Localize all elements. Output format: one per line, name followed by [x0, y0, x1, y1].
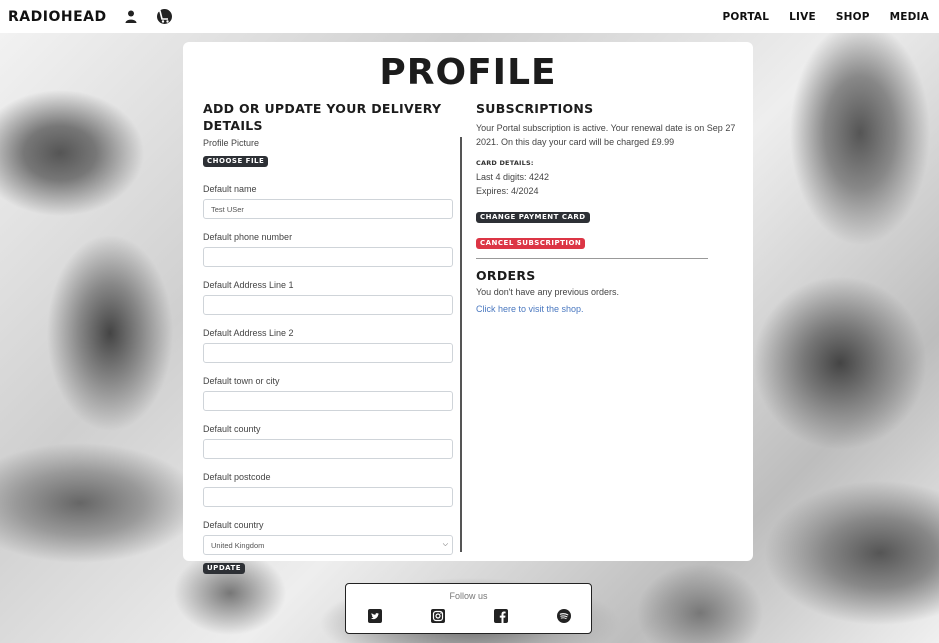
section-divider	[476, 258, 708, 259]
nav-media[interactable]: MEDIA	[890, 11, 929, 23]
delivery-section: ADD OR UPDATE YOUR DELIVERY DETAILS Prof…	[203, 100, 455, 575]
card-last4: Last 4 digits: 4242	[476, 172, 550, 182]
address2-input[interactable]	[203, 343, 453, 363]
nav-shop[interactable]: SHOP	[836, 11, 870, 23]
follow-us-box: Follow us	[345, 583, 592, 634]
orders-heading: ORDERS	[476, 268, 536, 283]
spotify-icon[interactable]	[557, 609, 571, 623]
county-input[interactable]	[203, 439, 453, 459]
profile-card: PROFILE ADD OR UPDATE YOUR DELIVERY DETA…	[183, 42, 753, 574]
phone-input[interactable]	[203, 247, 453, 267]
social-links	[368, 609, 571, 623]
town-input[interactable]	[203, 391, 453, 411]
page-title: PROFILE	[379, 52, 557, 93]
country-select-value[interactable]: United Kingdom	[203, 535, 453, 555]
facebook-icon[interactable]	[494, 609, 508, 623]
subscription-status: Your Portal subscription is active. Your…	[476, 123, 736, 147]
name-label: Default name	[203, 184, 257, 194]
cancel-subscription-button[interactable]: CANCEL SUBSCRIPTION	[476, 238, 586, 249]
county-label: Default county	[203, 424, 261, 434]
name-input[interactable]	[203, 199, 453, 219]
country-select[interactable]: United Kingdom ⌵	[203, 535, 453, 555]
phone-label: Default phone number	[203, 232, 293, 242]
top-nav: RADIOHEAD PORTAL LIVE SHOP MEDIA	[0, 0, 939, 33]
town-label: Default town or city	[203, 376, 280, 386]
country-label: Default country	[203, 520, 264, 530]
subscriptions-section: SUBSCRIPTIONS Your Portal subscription i…	[476, 100, 741, 317]
nav-portal[interactable]: PORTAL	[723, 11, 770, 23]
card-expiry: Expires: 4/2024	[476, 186, 539, 196]
postcode-label: Default postcode	[203, 472, 271, 482]
column-divider	[460, 137, 462, 552]
update-button[interactable]: UPDATE	[203, 563, 246, 574]
card-details-heading: CARD DETAILS:	[476, 159, 534, 167]
delivery-heading: ADD OR UPDATE YOUR DELIVERY DETAILS	[203, 101, 442, 133]
subscriptions-heading: SUBSCRIPTIONS	[476, 101, 594, 116]
twitter-icon[interactable]	[368, 609, 382, 623]
choose-file-button[interactable]: CHOOSE FILE	[203, 156, 269, 167]
address1-input[interactable]	[203, 295, 453, 315]
cart-icon[interactable]	[155, 8, 173, 26]
nav-live[interactable]: LIVE	[789, 11, 816, 23]
address1-label: Default Address Line 1	[203, 280, 294, 290]
instagram-icon[interactable]	[431, 609, 445, 623]
orders-empty-text: You don't have any previous orders.	[476, 287, 619, 297]
nav-links: PORTAL LIVE SHOP MEDIA	[723, 11, 931, 23]
follow-us-label: Follow us	[449, 591, 488, 601]
chevron-down-icon: ⌵	[442, 541, 448, 548]
change-payment-card-button[interactable]: CHANGE PAYMENT CARD	[476, 212, 590, 223]
address2-label: Default Address Line 2	[203, 328, 294, 338]
profile-picture-label: Profile Picture	[203, 138, 260, 148]
user-icon[interactable]	[125, 10, 137, 23]
brand-logo[interactable]: RADIOHEAD	[8, 9, 107, 25]
visit-shop-link[interactable]: Click here to visit the shop.	[476, 304, 584, 314]
postcode-input[interactable]	[203, 487, 453, 507]
